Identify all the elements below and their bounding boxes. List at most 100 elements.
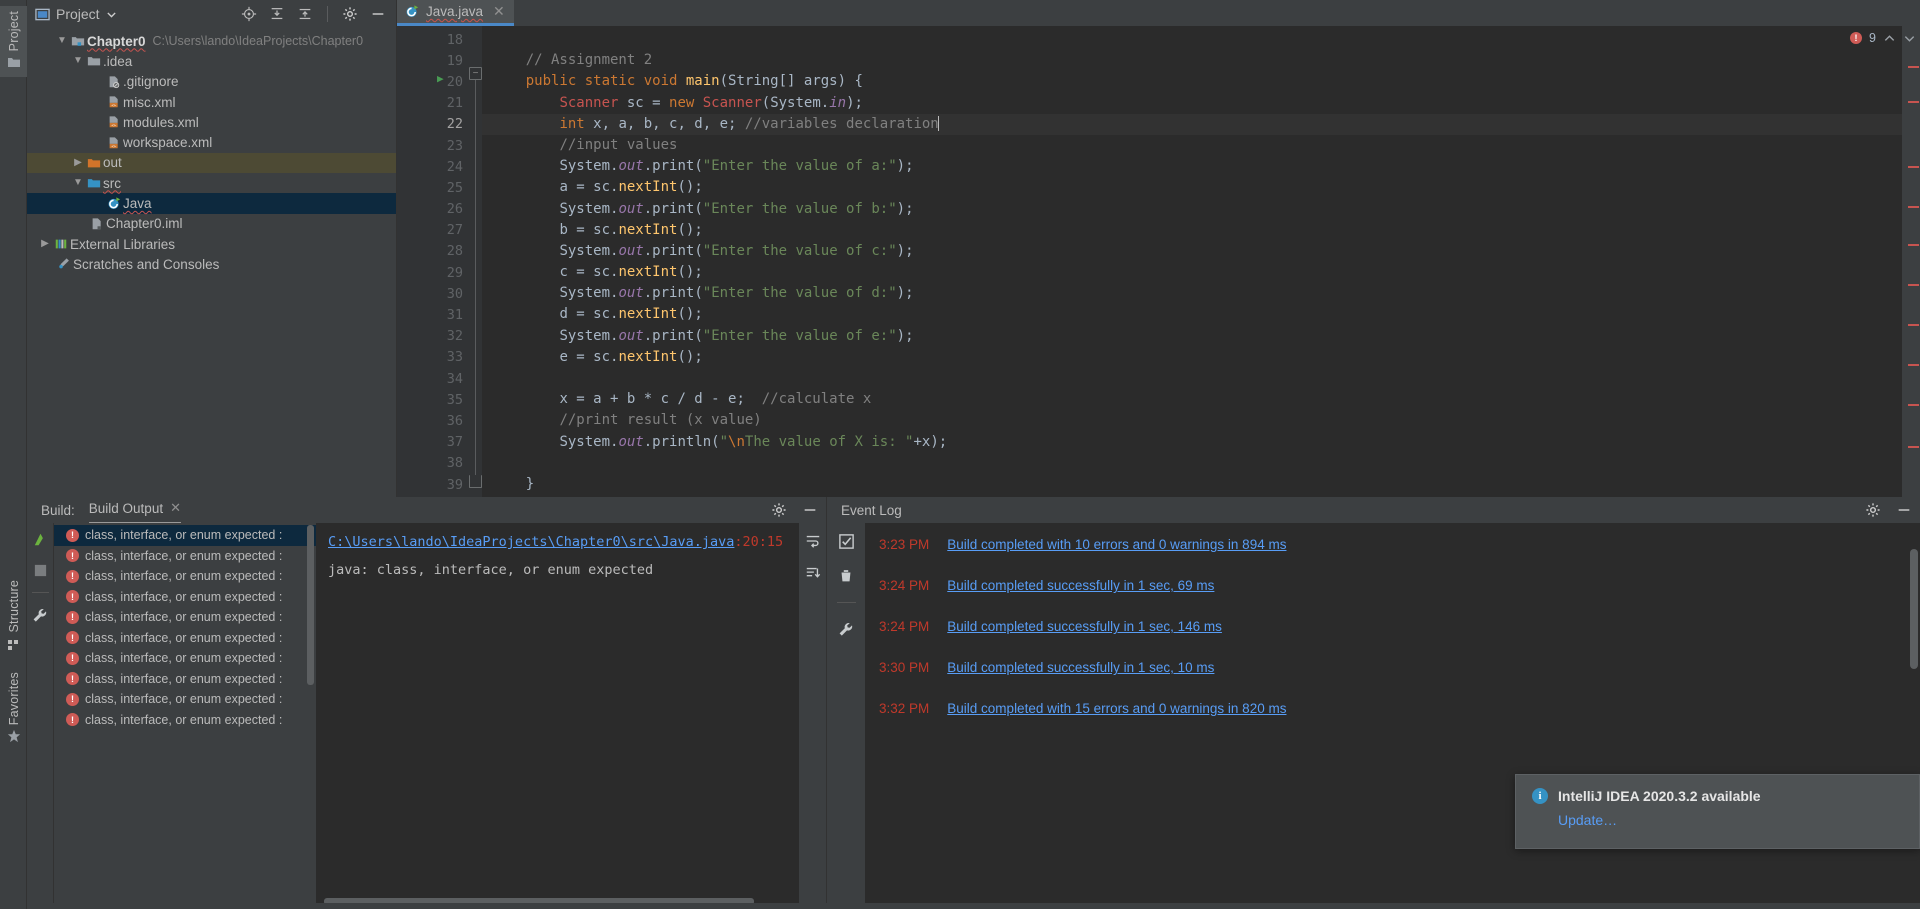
- tree-item-modules-xml[interactable]: <> modules.xml: [27, 112, 396, 132]
- build-tool-window: Build: Build Output ✕: [27, 497, 827, 909]
- event-log-entry[interactable]: 3:30 PM Build completed successfully in …: [865, 660, 1920, 701]
- xml-file-icon: <>: [105, 115, 123, 129]
- close-icon[interactable]: ✕: [493, 3, 505, 20]
- build-error-list-scrollbar[interactable]: [307, 525, 314, 685]
- tab-build-output[interactable]: Build Output ✕: [89, 500, 181, 520]
- stripe-error-mark[interactable]: [1908, 101, 1919, 103]
- stripe-error-mark[interactable]: [1908, 244, 1919, 246]
- editor-error-stripe[interactable]: [1902, 26, 1920, 497]
- stripe-error-mark[interactable]: [1908, 324, 1919, 326]
- build-detail-file-link[interactable]: C:\Users\lando\IdeaProjects\Chapter0\src…: [328, 534, 734, 550]
- event-log-entry[interactable]: 3:23 PM Build completed with 10 errors a…: [865, 537, 1920, 578]
- chevron-down-icon[interactable]: ▼: [55, 36, 69, 46]
- tree-item-gitignore[interactable]: .gitignore: [27, 72, 396, 92]
- update-notification-balloon[interactable]: i IntelliJ IDEA 2020.3.2 available Updat…: [1515, 774, 1920, 849]
- chevron-down-icon[interactable]: [1903, 32, 1916, 45]
- event-log-entry[interactable]: 3:24 PM Build completed successfully in …: [865, 578, 1920, 619]
- tree-item-chapter0[interactable]: ▼ Chapter0 C:\Users\lando\IdeaProjects\C…: [27, 31, 396, 51]
- build-error-row[interactable]: ! class, interface, or enum expected :: [54, 546, 316, 567]
- stripe-error-mark[interactable]: [1908, 446, 1919, 448]
- line-number: 25: [397, 177, 469, 198]
- stripe-error-mark[interactable]: [1908, 404, 1919, 406]
- build-error-row[interactable]: ! class, interface, or enum expected :: [54, 587, 316, 608]
- build-error-row[interactable]: ! class, interface, or enum expected :: [54, 628, 316, 649]
- editor-gutter[interactable]: 18 19 20 21 22 23 24 25 26 27 28 29 30 3…: [397, 26, 469, 497]
- editor-tab-java[interactable]: Java.java ✕: [397, 0, 514, 26]
- tree-item-chapter0-iml[interactable]: Chapter0.iml: [27, 214, 396, 234]
- chevron-right-icon[interactable]: ▶: [71, 158, 85, 168]
- fold-collapse-icon[interactable]: −: [469, 67, 482, 80]
- wrench-icon[interactable]: [837, 621, 855, 639]
- build-error-text: class, interface, or enum expected :: [85, 528, 282, 542]
- locate-target-icon[interactable]: [241, 6, 257, 22]
- editor-fold-column[interactable]: −: [469, 26, 482, 497]
- run-gutter-icon[interactable]: ▶: [437, 72, 444, 85]
- scroll-to-end-icon[interactable]: [805, 565, 821, 581]
- tree-item-external-libraries[interactable]: ▶ External Libraries: [27, 234, 396, 254]
- event-message-link[interactable]: Build completed successfully in 1 sec, 1…: [947, 660, 1214, 675]
- close-icon[interactable]: ✕: [170, 500, 181, 516]
- minimize-icon[interactable]: [802, 502, 818, 518]
- code-text-area[interactable]: // Assignment 2 public static void main(…: [482, 26, 1902, 497]
- event-log-entry[interactable]: 3:24 PM Build completed successfully in …: [865, 619, 1920, 660]
- tool-tab-structure[interactable]: Structure: [0, 580, 27, 651]
- minimize-icon[interactable]: [370, 6, 386, 22]
- chevron-up-icon[interactable]: [1883, 32, 1896, 45]
- gear-icon[interactable]: [771, 502, 787, 518]
- inspections-widget[interactable]: ! 9: [1850, 31, 1916, 45]
- chevron-down-icon[interactable]: [106, 9, 117, 20]
- tree-item-out[interactable]: ▶ out: [27, 153, 396, 173]
- event-message-link[interactable]: Build completed with 10 errors and 0 war…: [947, 537, 1286, 552]
- expand-all-icon[interactable]: [269, 6, 285, 22]
- trash-icon[interactable]: [838, 568, 854, 584]
- rerun-build-icon[interactable]: [31, 530, 50, 549]
- stripe-error-mark[interactable]: [1908, 166, 1919, 168]
- stop-icon[interactable]: [33, 563, 48, 578]
- event-log-entry[interactable]: 3:32 PM Build completed with 15 errors a…: [865, 701, 1920, 742]
- collapse-all-icon[interactable]: [297, 6, 313, 22]
- toolbar-divider: [32, 592, 49, 593]
- event-log-list[interactable]: 3:23 PM Build completed with 10 errors a…: [865, 523, 1920, 909]
- line-number: 32: [397, 326, 469, 347]
- tree-item-misc-xml[interactable]: <> misc.xml: [27, 92, 396, 112]
- wrench-icon[interactable]: [31, 607, 49, 625]
- build-error-row[interactable]: ! class, interface, or enum expected :: [54, 669, 316, 690]
- event-message-link[interactable]: Build completed successfully in 1 sec, 1…: [947, 619, 1222, 634]
- event-message-link[interactable]: Build completed with 15 errors and 0 war…: [947, 701, 1286, 716]
- gear-icon[interactable]: [342, 6, 358, 22]
- stripe-error-mark[interactable]: [1908, 206, 1919, 208]
- tool-tab-favorites[interactable]: Favorites: [0, 672, 27, 743]
- fold-end-icon[interactable]: [469, 475, 482, 488]
- tree-item-java[interactable]: Java: [27, 193, 396, 213]
- event-log-scrollbar[interactable]: [1910, 549, 1918, 669]
- tree-item-scratches[interactable]: Scratches and Consoles: [27, 254, 396, 274]
- project-window-icon: [35, 7, 50, 22]
- build-error-row[interactable]: ! class, interface, or enum expected :: [54, 710, 316, 731]
- event-message-link[interactable]: Build completed successfully in 1 sec, 6…: [947, 578, 1214, 593]
- stripe-error-mark[interactable]: [1908, 364, 1919, 366]
- build-error-row[interactable]: ! class, interface, or enum expected :: [54, 566, 316, 587]
- error-count: 9: [1869, 31, 1876, 45]
- gear-icon[interactable]: [1865, 502, 1881, 518]
- tree-item-idea[interactable]: ▼ .idea: [27, 51, 396, 71]
- project-tree[interactable]: ▼ Chapter0 C:\Users\lando\IdeaProjects\C…: [27, 28, 396, 497]
- stripe-error-mark[interactable]: [1908, 284, 1919, 286]
- tree-item-workspace-xml[interactable]: <> workspace.xml: [27, 132, 396, 152]
- soft-wrap-icon[interactable]: [805, 533, 821, 549]
- stripe-error-mark[interactable]: [1908, 66, 1919, 68]
- build-error-row[interactable]: ! class, interface, or enum expected :: [54, 525, 316, 546]
- tree-item-src[interactable]: ▼ src: [27, 173, 396, 193]
- build-error-list[interactable]: ! class, interface, or enum expected : !…: [54, 523, 316, 909]
- tool-tab-project[interactable]: Project: [0, 6, 27, 77]
- minimize-icon[interactable]: [1896, 502, 1912, 518]
- build-error-row[interactable]: ! class, interface, or enum expected :: [54, 648, 316, 669]
- build-detail-pane[interactable]: C:\Users\lando\IdeaProjects\Chapter0\src…: [316, 523, 799, 909]
- notification-update-link[interactable]: Update…: [1558, 812, 1905, 828]
- build-error-row[interactable]: ! class, interface, or enum expected :: [54, 607, 316, 628]
- build-error-text: class, interface, or enum expected :: [85, 672, 282, 686]
- chevron-down-icon[interactable]: ▼: [71, 56, 85, 66]
- chevron-right-icon[interactable]: ▶: [38, 239, 52, 249]
- chevron-down-icon[interactable]: ▼: [71, 178, 85, 188]
- mark-read-icon[interactable]: [838, 533, 855, 550]
- build-error-row[interactable]: ! class, interface, or enum expected :: [54, 689, 316, 710]
